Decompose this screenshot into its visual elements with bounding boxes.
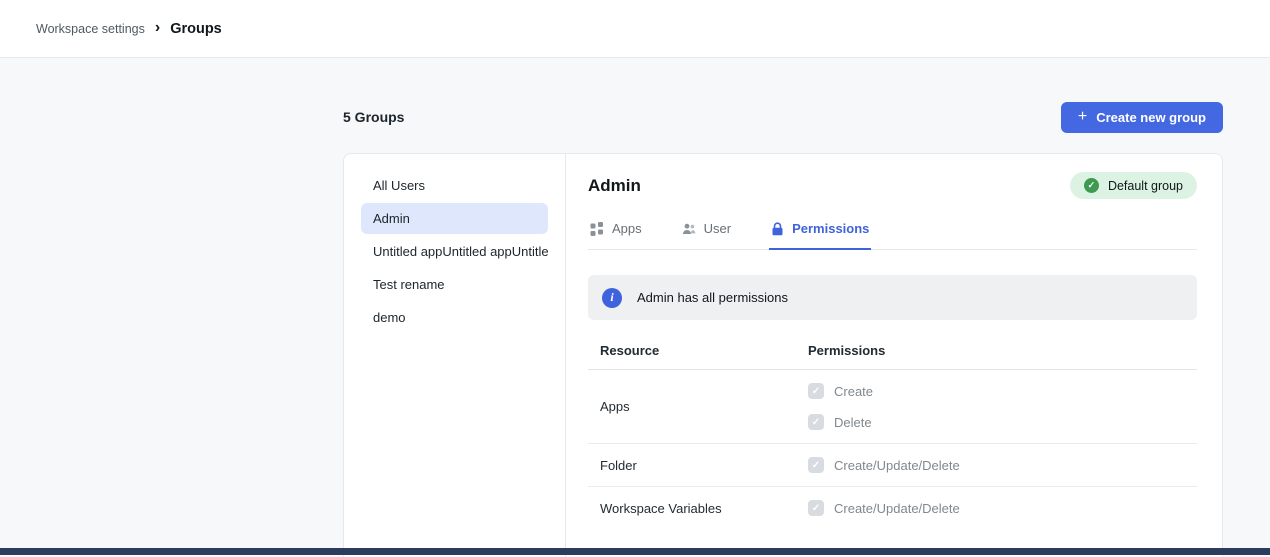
permission-apps-create: ✓ Create: [808, 383, 1185, 399]
permission-workspace-variables-cud: ✓ Create/Update/Delete: [808, 500, 1185, 516]
plus-icon: +: [1078, 109, 1087, 125]
checkbox-apps-create: ✓: [808, 383, 824, 399]
permissions-info-text: Admin has all permissions: [637, 290, 788, 305]
groups-toolbar: 5 Groups + Create new group: [343, 101, 1223, 133]
default-group-badge: ✓ Default group: [1070, 172, 1197, 199]
permissions-info-banner: i Admin has all permissions: [588, 275, 1197, 320]
permission-label: Create: [834, 384, 873, 399]
column-header-permissions: Permissions: [808, 343, 1185, 358]
tab-user-label: User: [704, 221, 731, 236]
table-header-row: Resource Permissions: [588, 332, 1197, 370]
table-row-workspace-variables: Workspace Variables ✓ Create/Update/Dele…: [588, 487, 1197, 529]
bottom-bar: [0, 548, 1270, 555]
top-bar: Workspace settings › Groups: [0, 0, 1270, 58]
groups-count: 5 Groups: [343, 109, 404, 125]
group-detail-header: Admin ✓ Default group: [588, 172, 1197, 199]
resource-label: Folder: [600, 458, 808, 473]
table-row-apps: Apps ✓ Create ✓ Delete: [588, 370, 1197, 444]
tab-permissions[interactable]: Permissions: [769, 211, 871, 250]
group-list: All Users Admin Untitled appUntitled app…: [344, 154, 566, 557]
group-item-untitled-app[interactable]: Untitled appUntitled appUntitle…: [361, 236, 548, 267]
permission-label: Create/Update/Delete: [834, 458, 960, 473]
default-group-badge-label: Default group: [1108, 179, 1183, 193]
permission-label: Create/Update/Delete: [834, 501, 960, 516]
checkbox-folder-cud: ✓: [808, 457, 824, 473]
create-new-group-label: Create new group: [1096, 110, 1206, 125]
group-item-demo[interactable]: demo: [361, 302, 548, 333]
create-new-group-button[interactable]: + Create new group: [1061, 102, 1223, 133]
tab-user[interactable]: User: [680, 211, 733, 250]
checkbox-workspace-variables-cud: ✓: [808, 500, 824, 516]
table-row-folder: Folder ✓ Create/Update/Delete: [588, 444, 1197, 487]
group-tabs: Apps User: [588, 211, 1197, 250]
resource-label: Apps: [600, 399, 808, 414]
group-item-all-users[interactable]: All Users: [361, 170, 548, 201]
permission-folder-cud: ✓ Create/Update/Delete: [808, 457, 1185, 473]
permission-label: Delete: [834, 415, 872, 430]
check-circle-icon: ✓: [1084, 178, 1099, 193]
tab-apps[interactable]: Apps: [588, 211, 644, 250]
permissions-table: Resource Permissions Apps ✓ Create ✓ Del…: [588, 332, 1197, 529]
breadcrumb: Workspace settings › Groups: [36, 21, 222, 37]
lock-icon: [771, 222, 784, 236]
breadcrumb-groups: Groups: [170, 21, 222, 37]
tab-apps-label: Apps: [612, 221, 642, 236]
permission-apps-delete: ✓ Delete: [808, 414, 1185, 430]
column-header-resource: Resource: [600, 343, 808, 358]
checkbox-apps-delete: ✓: [808, 414, 824, 430]
info-icon: i: [602, 288, 622, 308]
breadcrumb-workspace-settings[interactable]: Workspace settings: [36, 22, 145, 36]
apps-grid-icon: [590, 222, 604, 236]
group-detail-panel: Admin ✓ Default group: [566, 154, 1222, 557]
groups-card: All Users Admin Untitled appUntitled app…: [343, 153, 1223, 557]
tab-permissions-label: Permissions: [792, 221, 869, 236]
main-content: 5 Groups + Create new group All Users Ad…: [343, 58, 1223, 557]
group-item-admin[interactable]: Admin: [361, 203, 548, 234]
users-icon: [682, 222, 696, 236]
group-title: Admin: [588, 176, 641, 196]
chevron-right-icon: ›: [155, 20, 160, 36]
group-item-test-rename[interactable]: Test rename: [361, 269, 548, 300]
resource-label: Workspace Variables: [600, 501, 808, 516]
